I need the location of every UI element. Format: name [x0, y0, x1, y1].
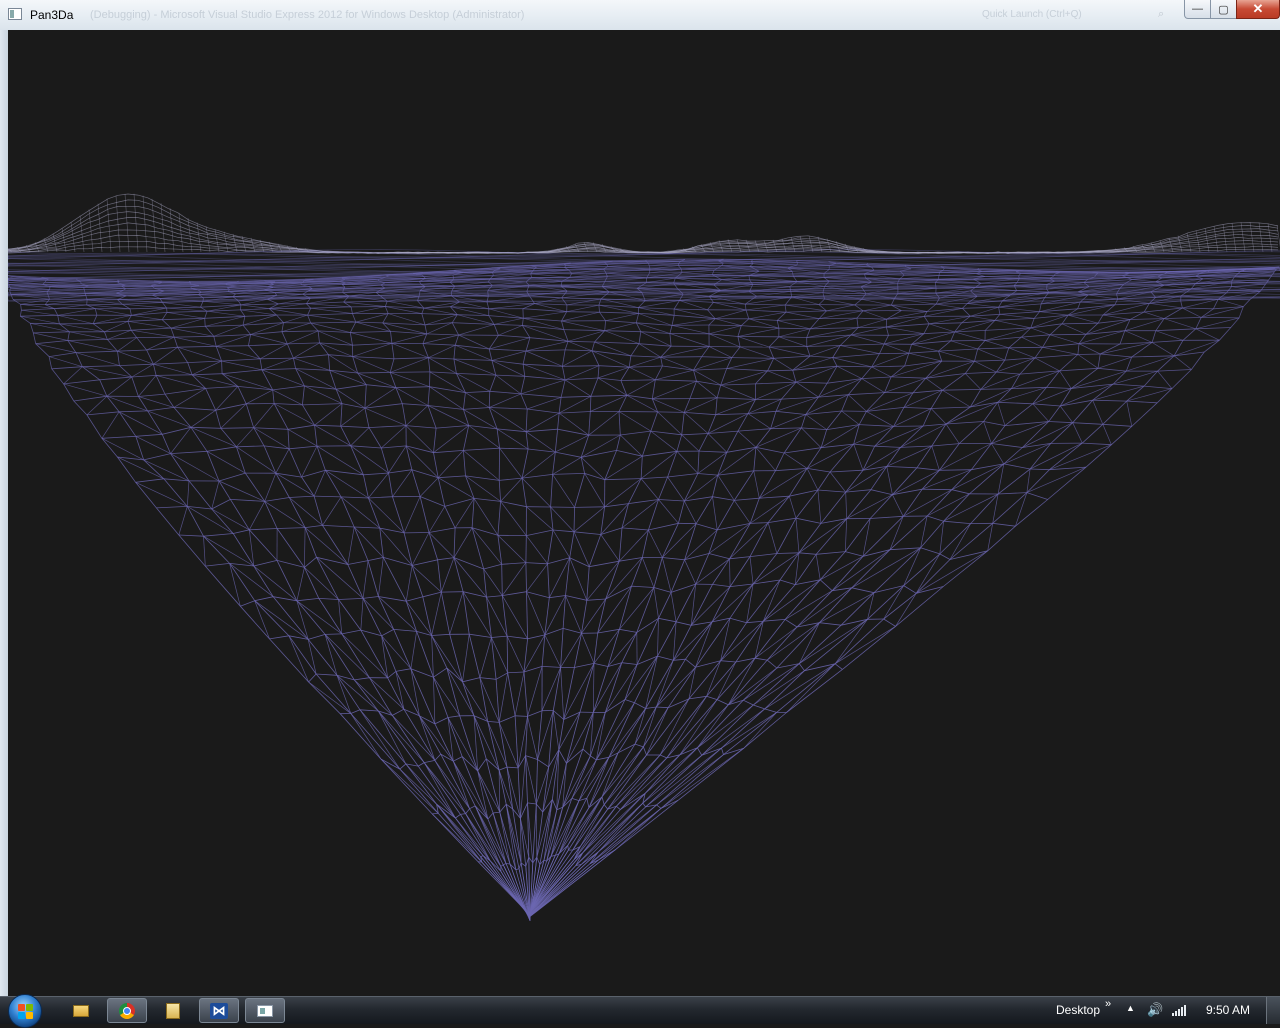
taskbar-visual-studio-button[interactable]: ⋈: [199, 998, 239, 1023]
ground-mesh-wireframe: [8, 259, 1280, 921]
system-clock[interactable]: 9:50 AM: [1206, 1003, 1250, 1017]
close-button[interactable]: ✕: [1236, 0, 1280, 19]
far-mountains-wireframe: [8, 194, 1280, 254]
window-title: Pan3Da: [30, 8, 73, 22]
minimize-button[interactable]: —: [1184, 0, 1211, 19]
window-border: [0, 30, 8, 996]
taskbar-chrome-button[interactable]: [107, 998, 147, 1023]
terrain-wireframe: [8, 30, 1280, 996]
3d-viewport[interactable]: [8, 30, 1280, 996]
windows-flag-icon: [18, 1012, 25, 1019]
app-window-icon: [257, 1005, 273, 1017]
volume-icon[interactable]: 🔊: [1147, 1002, 1163, 1018]
desktop-toolbar-label[interactable]: Desktop: [1056, 1003, 1100, 1017]
show-hidden-icons-button[interactable]: ▲: [1126, 1003, 1135, 1013]
file-icon: [166, 1003, 180, 1019]
maximize-button[interactable]: ▢: [1210, 0, 1237, 19]
app-icon[interactable]: [8, 8, 22, 20]
background-quick-launch: Quick Launch (Ctrl+Q): [982, 9, 1082, 20]
show-desktop-button[interactable]: [1266, 997, 1280, 1024]
taskbar-pan3da-button[interactable]: [245, 998, 285, 1023]
chrome-icon: [119, 1003, 135, 1019]
windows-flag-icon: [18, 1004, 25, 1011]
visual-studio-icon: ⋈: [210, 1003, 228, 1019]
taskbar: ⋈ Desktop » ▲ 🔊 9:50 AM: [0, 996, 1280, 1024]
title-bar[interactable]: Pan3Da (Debugging) - Microsoft Visual St…: [0, 0, 1280, 30]
background-window-title: (Debugging) - Microsoft Visual Studio Ex…: [90, 9, 524, 21]
taskbar-files-button[interactable]: [153, 998, 193, 1023]
chevron-right-icon[interactable]: »: [1105, 998, 1111, 1010]
application-window: Pan3Da (Debugging) - Microsoft Visual St…: [0, 0, 1280, 996]
taskbar-explorer-button[interactable]: [61, 998, 101, 1023]
windows-flag-icon: [26, 1004, 33, 1011]
network-signal-icon[interactable]: [1172, 1004, 1186, 1016]
background-search-icon: ⌕: [1158, 8, 1164, 21]
windows-flag-icon: [26, 1012, 33, 1019]
folder-icon: [73, 1005, 89, 1017]
start-button[interactable]: [8, 994, 42, 1028]
